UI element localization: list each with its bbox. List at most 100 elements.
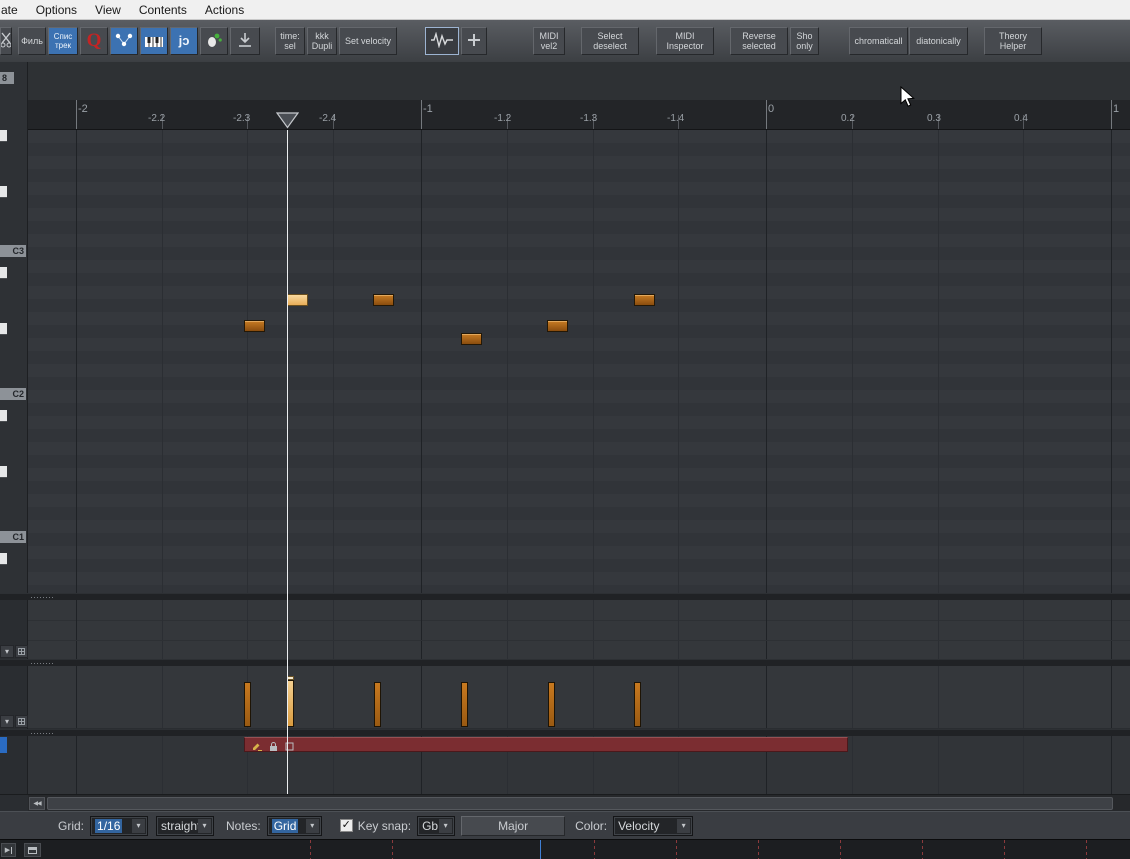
- down-arrow-icon: [237, 32, 253, 50]
- grid-row: [28, 312, 1130, 325]
- quantize-button[interactable]: Q: [80, 27, 108, 55]
- velocity-handle[interactable]: [287, 676, 294, 680]
- piano-key[interactable]: [0, 553, 7, 565]
- piano-key[interactable]: [0, 410, 7, 422]
- color-mode-select[interactable]: Velocity ▾: [613, 815, 694, 836]
- midi-note[interactable]: [244, 320, 265, 332]
- velocity-bar[interactable]: [461, 682, 468, 727]
- swing-select[interactable]: straight ▾: [156, 815, 215, 836]
- menu-item-0[interactable]: ate: [0, 0, 27, 19]
- rewind-button[interactable]: ◀◀: [29, 797, 45, 810]
- key-snap-checkbox[interactable]: ✓: [339, 819, 353, 832]
- velocity-bar[interactable]: [287, 676, 294, 727]
- velocity-lane[interactable]: [28, 666, 1130, 729]
- horizontal-scrollbar[interactable]: ◀◀: [0, 794, 1130, 812]
- velocity-bar[interactable]: [374, 682, 381, 727]
- edit-marker-line: [310, 840, 311, 859]
- velocity-bar[interactable]: [548, 682, 555, 727]
- transport-toggle-button[interactable]: ▶: [1, 843, 16, 857]
- add-button[interactable]: [461, 27, 487, 55]
- virtual-keyboard-button[interactable]: [140, 27, 168, 55]
- beat-gridline: [852, 600, 853, 659]
- piano-key[interactable]: [0, 186, 7, 198]
- timeline-ruler[interactable]: -2 -2.2 -2.3 -2.4 -1 -1.2 -1.3 -1.4 0 0.2 0.3 0.4 1: [28, 100, 1130, 130]
- piano-key-octave[interactable]: C1: [0, 531, 26, 543]
- waveform-view-button[interactable]: [425, 27, 459, 55]
- chromatically-button[interactable]: chromaticall: [849, 27, 908, 55]
- piano-key-octave[interactable]: 8: [0, 72, 14, 84]
- set-velocity-button[interactable]: Set velocity: [339, 27, 397, 55]
- grid-row: [28, 338, 1130, 351]
- settings-bar: Grid: 1/16 ▾ straight ▾ Notes: Grid ▾ ✓ …: [0, 811, 1130, 839]
- menu-item-2[interactable]: View: [86, 0, 130, 19]
- docker-button[interactable]: [24, 843, 41, 857]
- menu-item-1[interactable]: Options: [27, 0, 86, 19]
- velocity-bar[interactable]: [244, 682, 251, 727]
- media-item-lane[interactable]: [28, 736, 1130, 794]
- dock-down-button[interactable]: [230, 27, 260, 55]
- ruler-tick: [766, 100, 767, 129]
- midi-note[interactable]: [373, 294, 394, 306]
- midi-note[interactable]: [461, 333, 482, 345]
- jo-button[interactable]: jɔ: [170, 27, 198, 55]
- item-properties-icon[interactable]: [252, 739, 263, 751]
- cc-lane-grid-button[interactable]: [15, 645, 28, 658]
- lane-splitter[interactable]: [0, 593, 1130, 600]
- theory-helper-button[interactable]: Theory Helper: [984, 27, 1042, 55]
- key-root-select[interactable]: Gb ▾: [417, 815, 456, 836]
- note-length-select[interactable]: Grid ▾: [266, 815, 322, 836]
- cc-lane-type-dropdown[interactable]: ▾: [0, 645, 14, 658]
- lane-splitter[interactable]: [0, 659, 1130, 666]
- octave-label: C3: [12, 246, 24, 256]
- menu-item-3[interactable]: Contents: [130, 0, 196, 19]
- grid-size-select[interactable]: 1/16 ▾: [90, 815, 149, 836]
- time-selection-button[interactable]: time: sel: [275, 27, 305, 55]
- chevron-down-icon: ▾: [4, 647, 9, 656]
- piano-key[interactable]: [0, 323, 7, 335]
- beat-gridline: [333, 600, 334, 659]
- beat-gridline: [938, 600, 939, 659]
- measure-gridline: [1111, 130, 1112, 593]
- midi-inspector-button[interactable]: MIDI Inspector: [656, 27, 714, 55]
- fx-icon[interactable]: [284, 739, 295, 751]
- reverse-selected-button[interactable]: Reverse selected: [730, 27, 788, 55]
- measure-gridline: [1111, 666, 1112, 728]
- footprint-button[interactable]: [200, 27, 228, 55]
- lock-icon[interactable]: [268, 739, 279, 751]
- playhead-marker[interactable]: [275, 112, 300, 134]
- key-root-value: Gb: [422, 818, 439, 833]
- velocity-lane-grid-button[interactable]: [15, 715, 28, 728]
- track-list-button[interactable]: Спис трек: [48, 27, 78, 55]
- scrollbar-thumb[interactable]: [47, 797, 1113, 810]
- lane-splitter[interactable]: [0, 729, 1130, 736]
- velocity-bar[interactable]: [634, 682, 641, 727]
- piano-key-octave[interactable]: C2: [0, 388, 26, 400]
- piano-roll-grid[interactable]: [28, 130, 1130, 593]
- select-deselect-button[interactable]: Select deselect: [581, 27, 639, 55]
- grid-row: [28, 156, 1130, 169]
- grid-row: [28, 468, 1130, 481]
- routing-button[interactable]: [110, 27, 138, 55]
- midi-vel2-button[interactable]: MIDI vel2: [533, 27, 565, 55]
- piano-key[interactable]: [0, 466, 7, 478]
- filter-button[interactable]: Филь: [18, 27, 46, 55]
- midi-note[interactable]: [287, 294, 308, 306]
- diatonically-button[interactable]: diatonically: [909, 27, 968, 55]
- beat-gridline: [162, 736, 163, 794]
- show-only-button[interactable]: Sho only: [790, 27, 819, 55]
- piano-key[interactable]: [0, 267, 7, 279]
- duplicate-button[interactable]: kkk Dupli: [307, 27, 337, 55]
- velocity-lane-type-dropdown[interactable]: ▾: [0, 715, 14, 728]
- midi-note[interactable]: [547, 320, 568, 332]
- measure-gridline: [76, 736, 77, 794]
- midi-item-bar[interactable]: [244, 737, 848, 752]
- grid-row: [28, 481, 1130, 494]
- clipped-toolbar-button[interactable]: [0, 27, 12, 55]
- scale-button[interactable]: Major: [461, 815, 566, 836]
- cc-lane[interactable]: [28, 600, 1130, 659]
- menu-item-4[interactable]: Actions: [196, 0, 253, 19]
- midi-note[interactable]: [634, 294, 655, 306]
- piano-key[interactable]: [0, 130, 7, 142]
- piano-key-octave[interactable]: C3: [0, 245, 26, 257]
- piano-keys-gutter[interactable]: C3 C2 C1 8: [0, 62, 28, 593]
